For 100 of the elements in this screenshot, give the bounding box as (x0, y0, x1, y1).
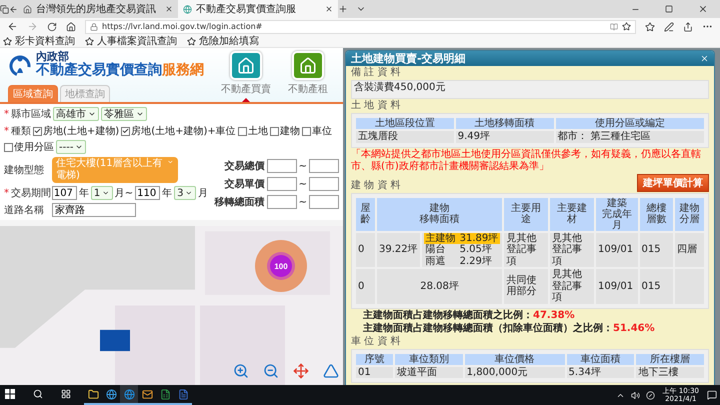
browser-icon (106, 388, 116, 400)
favorite-link[interactable]: 危險加給填寫 (187, 34, 259, 48)
table-cell: 主建物 (424, 232, 458, 244)
ministry-name: 內政部 (36, 51, 69, 63)
table-cell: 地下三樓 (636, 366, 704, 378)
section-heading: 備 註 資 料 (351, 67, 402, 79)
table-cell: 01 (356, 366, 393, 378)
table-cell: 見其他登記事項 (550, 232, 594, 267)
field-label: 道路名稱 (4, 204, 45, 217)
range-min-field[interactable] (266, 177, 297, 191)
star-icon (85, 36, 94, 46)
taskbar-app-button[interactable] (120, 385, 138, 405)
table-cell: 見其他登記事項 (504, 232, 548, 267)
city-select[interactable]: 高雄市 (53, 107, 99, 121)
tab-actions-icon (0, 4, 9, 14)
task-view-icon (61, 389, 71, 399)
zoom-in-icon[interactable] (233, 363, 249, 379)
site-title: 不動產交易實價查詢 (36, 63, 162, 78)
star-icon (622, 22, 631, 31)
section-heading: 車 位 資 料 (351, 336, 402, 348)
range-min-field[interactable] (266, 159, 297, 173)
column-header: 土地區段位置 (356, 118, 454, 129)
unit-label: 月 (198, 187, 208, 200)
search-icon (33, 389, 43, 399)
column-header: 土地移轉面積 (456, 118, 554, 129)
section-heading: 建 物 資 料 (351, 180, 401, 192)
column-header: 車位價格 (464, 354, 565, 364)
triangle-icon[interactable] (323, 363, 339, 379)
service-link[interactable]: 不動產買賣 (217, 51, 275, 102)
table-cell: 共同使用部分 (504, 269, 548, 304)
address-field[interactable]: https://lvr.land.moi.gov.tw/login.action# (85, 20, 636, 34)
close-icon (165, 5, 173, 13)
required-mark: * (4, 188, 9, 198)
required-mark: * (4, 108, 9, 120)
new-tab-icon (338, 4, 348, 14)
city-select[interactable]: 苓雅區 (101, 107, 147, 121)
type-checkbox[interactable]: 房地(土地+建物)+車位 (121, 124, 236, 138)
ministry-logo-icon (8, 52, 32, 77)
year-field[interactable]: 110 (135, 186, 160, 200)
table-cell-text: 2.29坪 (458, 256, 493, 267)
remarks-text: 含裝潢費450,000元 (351, 80, 709, 99)
table-cell: 坡道平面 (394, 366, 463, 378)
favorite-link[interactable]: 彩卡資料查詢 (3, 34, 75, 48)
range-separator: ~ (298, 160, 307, 172)
unit-label: 年 (162, 187, 172, 200)
range-max-field[interactable] (309, 159, 339, 173)
table-cell: 五塊厝段 (356, 131, 454, 142)
house-icon (299, 56, 317, 75)
range-separator: ~ (298, 196, 307, 208)
move-arrows-icon[interactable] (293, 363, 309, 379)
ratio-text: 主建物面積占建物移轉總面積（扣除車位面積）之比例：51.46% (362, 322, 656, 334)
type-checkbox[interactable]: 房地(土地+建物) (33, 124, 120, 138)
table-cell: 109/01 (596, 269, 638, 304)
table-cell: 015 (640, 269, 674, 304)
forward-icon (27, 21, 38, 32)
range-min-field[interactable] (266, 195, 297, 209)
type-checkbox[interactable]: 建物 (270, 124, 300, 138)
page-icon (183, 4, 192, 14)
field-label: 建物型態 (4, 164, 45, 177)
month-select[interactable]: 3 (174, 186, 196, 200)
table-cell: 109/01 (596, 232, 638, 267)
star-icon (187, 36, 196, 46)
type-checkbox[interactable]: 車位 (302, 124, 332, 138)
browser-tab[interactable]: 不動產交易實價查詢服 (178, 0, 338, 18)
calculate-button[interactable]: 建坪單價計算 (637, 174, 709, 192)
type-checkbox[interactable]: 使用分區 (4, 140, 54, 154)
browser-icon (124, 388, 134, 400)
caret-icon (136, 110, 144, 118)
column-header: 車位類別 (394, 354, 463, 364)
document-icon (178, 388, 188, 400)
table-cell: 見其他登記事項 (550, 269, 594, 304)
month-select[interactable]: 1 (90, 186, 113, 200)
mail-icon (142, 388, 152, 400)
table-cell-text: 雨遮 (424, 256, 447, 267)
field-label: 交易單價 (224, 177, 265, 191)
column-header: 序號 (356, 354, 393, 364)
star-icon (3, 36, 12, 46)
range-max-field[interactable] (309, 195, 339, 209)
check-icon (122, 127, 130, 135)
close-icon[interactable] (700, 54, 709, 63)
zoom-out-icon[interactable] (263, 363, 279, 379)
type-checkbox[interactable]: 土地 (238, 124, 268, 138)
favorite-link[interactable]: 人事檔案資訊查詢 (85, 34, 177, 48)
table-cell: 39.22坪 (376, 232, 420, 267)
zone-select[interactable]: ---- (56, 140, 86, 154)
range-max-field[interactable] (309, 177, 339, 191)
column-header: 車位面積 (566, 354, 634, 364)
road-field[interactable]: 家齊路 (52, 203, 136, 217)
column-header: 所在樓層 (636, 354, 704, 364)
favorites-icon (645, 22, 655, 32)
year-field[interactable]: 107 (52, 186, 77, 200)
caret-icon (185, 189, 193, 197)
browser-tab[interactable]: 台灣領先的房地產交易資訊 (18, 0, 178, 18)
zoning-notice: 「本網站提供之都市地區土地使用分區資訊僅供參考，如有疑義，仍應以各直轄市、縣(市)政府都市計畫機關審認結果為準」 (351, 148, 702, 172)
field-label: 交易總價 (224, 159, 265, 173)
field-label: 交易期間 (11, 186, 50, 200)
column-header: 使用分區或編定 (556, 118, 704, 129)
service-link[interactable]: 不動產租 (279, 51, 337, 102)
caret-icon (88, 110, 96, 118)
unit-label: 月~ (114, 187, 134, 200)
